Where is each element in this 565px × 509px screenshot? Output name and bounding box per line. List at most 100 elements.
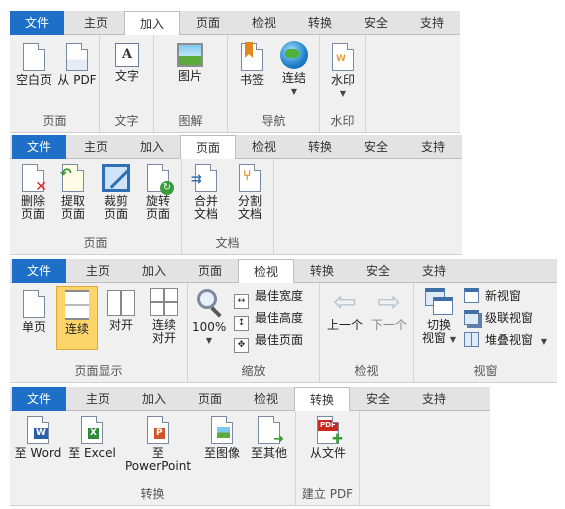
to-excel-button[interactable]: X 至 Excel [68,416,116,468]
image-button[interactable]: 图片 [168,41,212,93]
split-document-button[interactable]: ⑂ 分割 文档 [230,164,270,224]
group-label: 图解 [178,114,203,128]
magnifier-icon [195,288,223,318]
switch-window-icon [425,288,453,316]
from-pdf-button[interactable]: 从 PDF [56,41,98,93]
tab-support[interactable]: 支持 [406,387,462,411]
continuous-facing-button[interactable]: 连续 对开 [144,288,184,354]
watermark-button[interactable]: W 水印 ▼ [323,41,363,105]
tab-review[interactable]: 检视 [238,387,294,411]
tab-insert[interactable]: 加入 [124,11,180,36]
tab-home[interactable]: 主页 [68,11,124,35]
ribbon-page: 文件 主页 加入 页面 检视 转换 安全 支持 ✕ 删除 页面 ↶ 提取 页面 [10,135,462,255]
to-other-button[interactable]: ➜ 至其他 [246,416,292,468]
crop-page-button[interactable]: 裁剪 页面 [96,164,136,224]
bookmark-button[interactable]: 书签 [234,41,270,93]
tab-file[interactable]: 文件 [12,259,66,283]
cascade-windows-icon [464,310,479,325]
best-page-button[interactable]: ✥ 最佳页面 [234,331,303,353]
tab-security[interactable]: 安全 [348,135,404,159]
group-label: 视窗 [473,364,498,378]
from-file-button[interactable]: PDF ✚ 从文件 [302,416,354,468]
tab-support[interactable]: 支持 [404,11,460,35]
to-image-button[interactable]: 至图像 [200,416,244,468]
ribbon-body: 空白页 从 PDF 页面 A 文字 文字 图片 图解 书签 连结 ▼ 导航 W … [10,35,460,133]
previous-button[interactable]: ⇦ 上一个 [324,288,366,348]
best-height-button[interactable]: ↕ 最佳高度 [234,309,303,331]
tab-page[interactable]: 页面 [182,387,238,411]
new-window-button[interactable]: 新视窗 [464,287,521,305]
fit-width-icon: ↔ [234,294,249,309]
group-page: ✕ 删除 页面 ↶ 提取 页面 裁剪 页面 ↻ 旋转 页面 页面 [10,159,182,254]
tab-home[interactable]: 主页 [70,259,126,283]
tab-page[interactable]: 页面 [180,135,236,160]
tab-security[interactable]: 安全 [350,259,406,283]
group-label: 水印 [330,114,355,128]
tab-convert[interactable]: 转换 [292,11,348,35]
to-word-button[interactable]: W 至 Word [14,416,62,468]
tab-support[interactable]: 支持 [404,135,462,159]
tab-file[interactable]: 文件 [10,11,64,35]
tab-convert[interactable]: 转换 [294,387,350,412]
tab-convert[interactable]: 转换 [294,259,350,283]
other-file-icon: ➜ [258,416,284,446]
group-label: 检视 [354,364,379,378]
group-label: 建立 PDF [301,487,354,501]
tab-support[interactable]: 支持 [406,259,462,283]
to-powerpoint-button[interactable]: P 至 PowerPoint [118,416,198,473]
link-button[interactable]: 连结 ▼ [274,41,314,105]
tab-security[interactable]: 安全 [350,387,406,411]
excel-file-icon: X [81,416,103,444]
rotate-page-icon: ↻ [147,164,174,195]
group-text: A 文字 文字 [100,35,154,132]
tab-strip: 文件 主页 加入 页面 检视 转换 安全 支持 [10,259,557,284]
tab-insert[interactable]: 加入 [124,135,180,159]
text-button[interactable]: A 文字 [106,41,148,93]
rotate-page-button[interactable]: ↻ 旋转 页面 [138,164,178,224]
merge-document-button[interactable]: ⇉ 合并 文档 [186,164,226,224]
blank-page-button[interactable]: 空白页 [14,41,54,93]
tab-insert[interactable]: 加入 [126,259,182,283]
tab-home[interactable]: 主页 [68,135,124,159]
ribbon-review: 文件 主页 加入 页面 检视 转换 安全 支持 单页 连续 对开 连续 对开 页… [10,259,557,383]
switch-window-button[interactable]: 切换 视窗 ▼ [418,288,460,354]
chevron-down-icon: ▼ [290,87,298,96]
tile-windows-icon [464,332,479,347]
chevron-down-icon: ▼ [449,335,456,344]
group-label: 缩放 [241,364,266,378]
word-file-icon: W [27,416,49,444]
tab-home[interactable]: 主页 [70,387,126,411]
tab-security[interactable]: 安全 [348,11,404,35]
tile-windows-button[interactable]: 堆叠视窗 ▼ [464,331,547,349]
facing-button[interactable]: 对开 [102,288,140,348]
tab-file[interactable]: 文件 [12,135,66,159]
tab-insert[interactable]: 加入 [126,387,182,411]
tab-page[interactable]: 页面 [180,11,236,35]
tab-file[interactable]: 文件 [12,387,66,411]
text-icon: A [115,43,139,67]
delete-page-button[interactable]: ✕ 删除 页面 [14,164,52,224]
tab-page[interactable]: 页面 [182,259,238,283]
blank-page-icon [23,43,45,71]
cascade-windows-button[interactable]: 级联视窗 [464,309,533,327]
next-button[interactable]: ⇨ 下一个 [368,288,410,348]
tab-review[interactable]: 检视 [236,11,292,35]
tab-review[interactable]: 检视 [236,135,292,159]
tab-strip: 文件 主页 加入 页面 检视 转换 安全 支持 [10,11,460,36]
single-page-button[interactable]: 单页 [16,288,52,348]
merge-document-icon: ⇉ [191,164,217,192]
chevron-down-icon: ▼ [540,337,547,346]
zoom-button[interactable]: 100% ▼ [192,288,226,350]
continuous-facing-icon [150,288,178,316]
fit-page-icon: ✥ [234,338,249,353]
extract-page-button[interactable]: ↶ 提取 页面 [54,164,92,224]
pdf-page-icon [66,43,88,71]
bookmark-icon [241,42,263,71]
tab-review[interactable]: 检视 [238,259,294,284]
continuous-button[interactable]: 连续 [56,286,98,350]
group-label: 页面 [42,114,67,128]
group-create-pdf: PDF ✚ 从文件 建立 PDF [296,411,360,505]
best-width-button[interactable]: ↔ 最佳宽度 [234,287,303,309]
image-file-icon [211,416,233,444]
tab-convert[interactable]: 转换 [292,135,348,159]
